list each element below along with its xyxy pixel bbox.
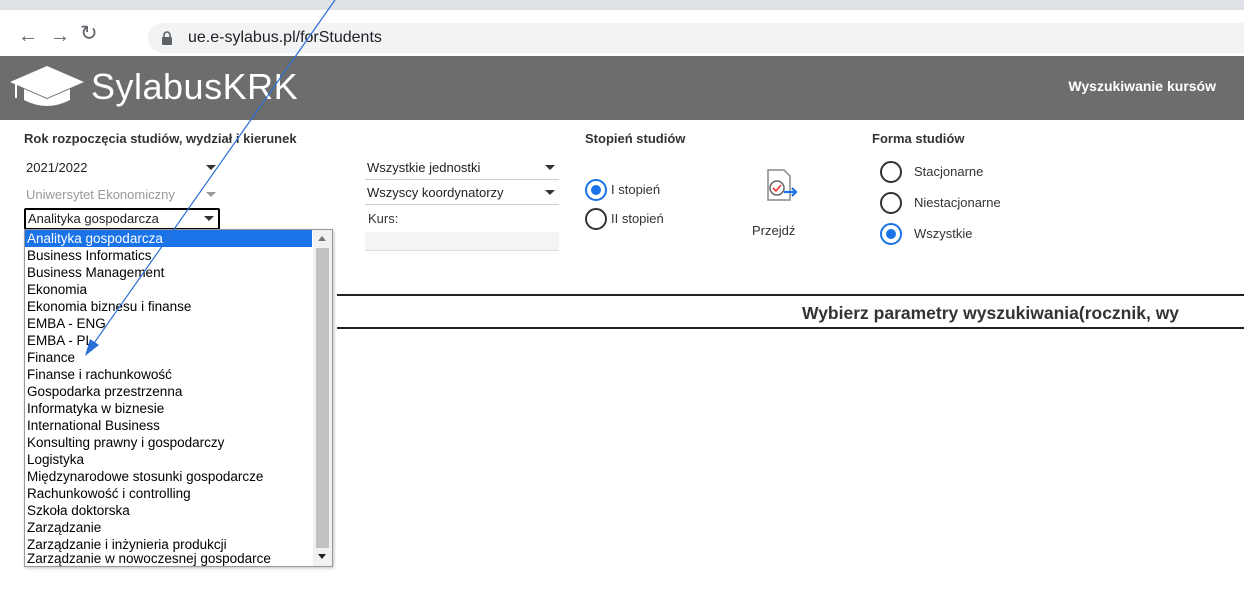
browser-toolbar: ← → ↻ ue.e-sylabus.pl/forStudents	[0, 10, 1244, 56]
chevron-down-icon	[206, 192, 216, 197]
chevron-down-icon[interactable]	[318, 554, 326, 559]
university-select-value: Uniwersytet Ekonomiczny	[26, 187, 175, 202]
dropdown-option[interactable]: Ekonomia biznesu i finanse	[25, 298, 312, 315]
program-select-value: Analityka gospodarcza	[28, 211, 159, 226]
results-divider-top	[337, 294, 1244, 296]
dropdown-option[interactable]: EMBA - PL	[25, 332, 312, 349]
browser-tabstrip	[0, 0, 1244, 10]
dropdown-option[interactable]: International Business	[25, 417, 312, 434]
coordinators-select-value: Wszyscy koordynatorzy	[367, 185, 504, 200]
university-select[interactable]: Uniwersytet Ekonomiczny	[24, 185, 220, 205]
dropdown-scrollbar[interactable]	[313, 230, 332, 566]
dropdown-option[interactable]: Gospodarka przestrzenna	[25, 383, 312, 400]
dropdown-option[interactable]: Finanse i rachunkowość	[25, 366, 312, 383]
dropdown-option[interactable]: Zarządzanie w nowoczesnej gospodarce	[25, 550, 312, 566]
arrow-left-icon[interactable]: ←	[18, 26, 38, 46]
coordinators-select[interactable]: Wszyscy koordynatorzy	[365, 183, 559, 205]
dropdown-option[interactable]: Zarządzanie	[25, 519, 312, 536]
form-option-label: Wszystkie	[914, 226, 973, 241]
chevron-up-icon[interactable]	[318, 236, 326, 241]
radio-checked-icon[interactable]	[880, 223, 902, 245]
radio-unchecked-icon[interactable]	[585, 208, 607, 230]
degree-option-label: II stopień	[611, 211, 664, 226]
results-divider-bottom	[337, 327, 1244, 329]
program-select[interactable]: Analityka gospodarcza	[24, 208, 220, 230]
course-label: Kurs:	[368, 211, 399, 226]
chevron-down-icon	[204, 216, 214, 221]
site-header: SylabusKRK Wyszukiwanie kursów	[0, 56, 1244, 120]
year-select[interactable]: 2021/2022	[24, 158, 220, 178]
dropdown-option[interactable]: Międzynarodowe stosunki gospodarcze	[25, 468, 312, 485]
reload-icon[interactable]: ↻	[80, 23, 98, 44]
dropdown-option[interactable]: EMBA - ENG	[25, 315, 312, 332]
dropdown-option[interactable]: Analityka gospodarcza	[25, 230, 312, 247]
scrollbar-thumb[interactable]	[316, 248, 329, 548]
site-logo-text[interactable]: SylabusKRK	[91, 66, 298, 108]
lock-icon	[162, 31, 172, 45]
degree-label: Stopień studiów	[585, 131, 686, 146]
url-text: ue.e-sylabus.pl/forStudents	[188, 29, 382, 46]
filters-section-label: Rok rozpoczęcia studiów, wydział i kieru…	[24, 131, 297, 146]
units-select[interactable]: Wszystkie jednostki	[365, 158, 559, 180]
course-input[interactable]	[365, 232, 559, 251]
dropdown-option[interactable]: Business Management	[25, 264, 312, 281]
degree-option-label: I stopień	[611, 182, 661, 197]
units-select-value: Wszystkie jednostki	[367, 160, 481, 175]
radio-checked-icon[interactable]	[585, 179, 607, 201]
dropdown-option[interactable]: Szkoła doktorska	[25, 502, 312, 519]
dropdown-option[interactable]: Finance	[25, 349, 312, 366]
dropdown-option[interactable]: Informatyka w biznesie	[25, 400, 312, 417]
dropdown-option[interactable]: Business Informatics	[25, 247, 312, 264]
form-label: Forma studiów	[872, 131, 965, 146]
course-search-link[interactable]: Wyszukiwanie kursów	[1068, 78, 1216, 94]
dropdown-option[interactable]: Rachunkowość i controlling	[25, 485, 312, 502]
dropdown-option[interactable]: Logistyka	[25, 451, 312, 468]
go-button[interactable]: Przejdź	[752, 223, 795, 238]
form-option-label: Niestacjonarne	[914, 195, 1001, 210]
dropdown-option[interactable]: Konsulting prawny i gospodarczy	[25, 434, 312, 451]
go-icon[interactable]	[760, 166, 800, 206]
chevron-down-icon	[545, 190, 555, 195]
radio-unchecked-icon[interactable]	[880, 161, 902, 183]
radio-unchecked-icon[interactable]	[880, 192, 902, 214]
address-bar[interactable]: ue.e-sylabus.pl/forStudents	[148, 23, 1244, 53]
program-dropdown-list[interactable]: Analityka gospodarcza Business Informati…	[24, 229, 333, 567]
results-title: Wybierz parametry wyszukiwania(rocznik, …	[802, 303, 1180, 323]
form-option-label: Stacjonarne	[914, 164, 984, 179]
graduation-cap-icon	[10, 66, 84, 106]
dropdown-option[interactable]: Ekonomia	[25, 281, 312, 298]
chevron-down-icon	[545, 165, 555, 170]
year-select-value: 2021/2022	[26, 160, 88, 175]
arrow-right-icon[interactable]: →	[50, 26, 70, 46]
chevron-down-icon	[206, 165, 216, 170]
